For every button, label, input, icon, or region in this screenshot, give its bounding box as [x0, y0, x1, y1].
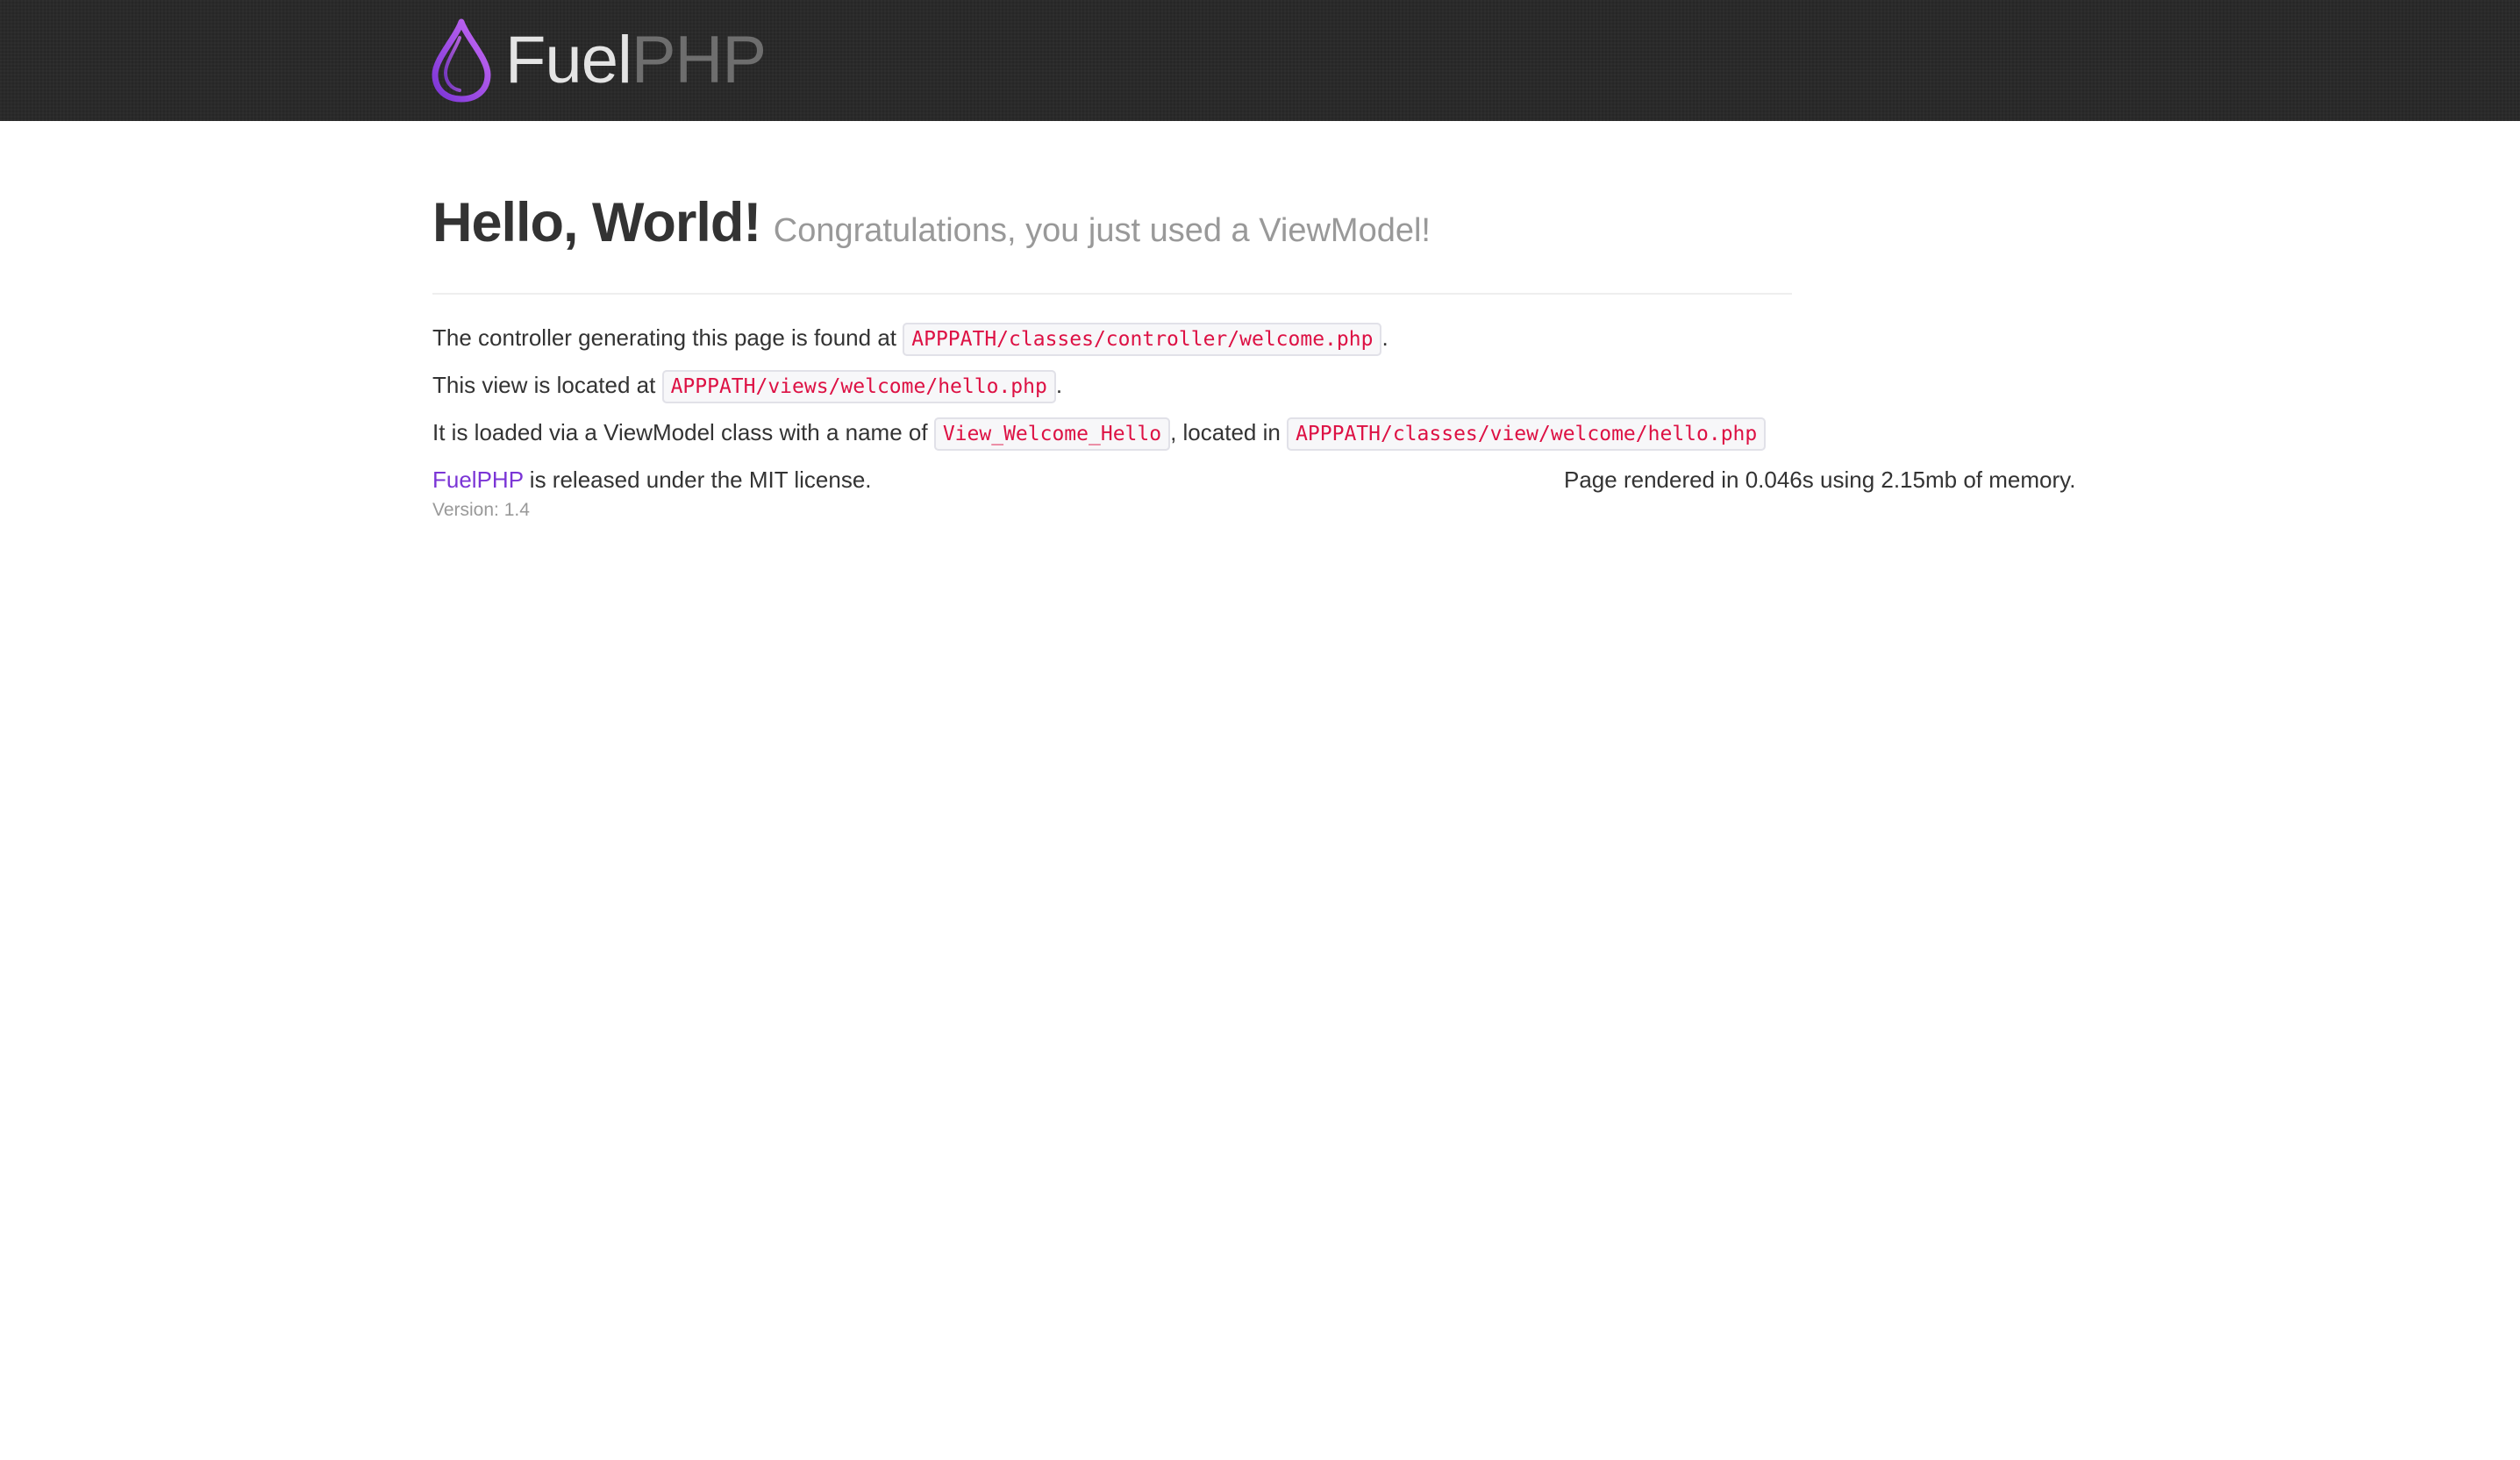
page-title: Hello, World! — [432, 192, 761, 253]
render-stats: Page rendered in 0.046s using 2.15mb of … — [1564, 466, 2076, 493]
controller-info-text: The controller generating this page is f… — [432, 324, 897, 351]
page-header: Hello, World! Congratulations, you just … — [432, 191, 1792, 295]
brand-wordmark: FuelPHP — [505, 27, 767, 94]
view-info: This view is located at APPPATH/views/we… — [432, 361, 2081, 409]
controller-info: The controller generating this page is f… — [432, 314, 2081, 361]
viewmodel-path: APPPATH/classes/view/welcome/hello.php — [1287, 417, 1767, 451]
view-info-text: This view is located at — [432, 372, 656, 398]
fuelphp-link[interactable]: FuelPHP — [432, 466, 524, 493]
fuelphp-logo[interactable]: FuelPHP — [430, 12, 767, 109]
page-subtitle: Congratulations, you just used a ViewMod… — [773, 212, 1431, 249]
footer: FuelPHP is released under the MIT licens… — [432, 456, 2081, 503]
flame-drop-icon — [432, 18, 491, 103]
brand-fuel: Fuel — [505, 23, 632, 97]
top-navbar: FuelPHP — [0, 0, 2520, 121]
brand-php: PHP — [631, 23, 767, 97]
controller-path: APPPATH/classes/controller/welcome.php — [903, 323, 1382, 356]
license-line: FuelPHP is released under the MIT licens… — [432, 456, 872, 503]
main-container: Hello, World! Congratulations, you just … — [432, 121, 2081, 521]
controller-info-end: . — [1381, 324, 1388, 351]
viewmodel-class-name: View_Welcome_Hello — [933, 417, 1171, 451]
viewmodel-info-mid: , located in — [1170, 419, 1281, 445]
view-path: APPPATH/views/welcome/hello.php — [661, 370, 1056, 403]
viewmodel-info-text: It is loaded via a ViewModel class with … — [432, 419, 928, 445]
viewmodel-info: It is loaded via a ViewModel class with … — [432, 409, 2081, 456]
view-info-end: . — [1055, 372, 1063, 398]
license-text: is released under the MIT license. — [523, 466, 872, 493]
